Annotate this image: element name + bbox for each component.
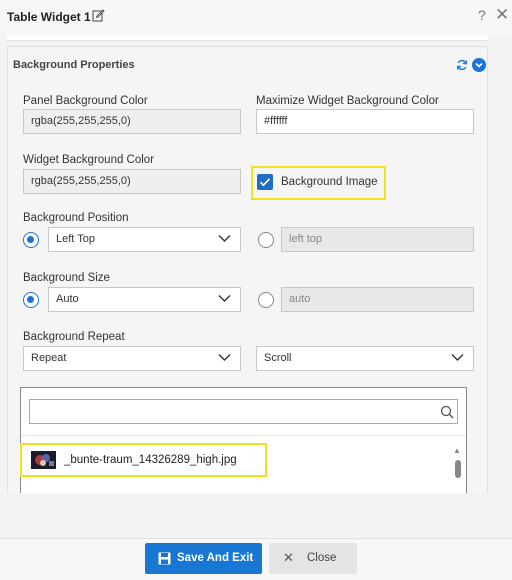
previous-panel (7, 35, 488, 41)
bg-image-label: Background Image (281, 176, 378, 188)
refresh-icon[interactable] (456, 59, 468, 71)
bg-position-preset-radio[interactable] (23, 232, 39, 248)
save-icon (158, 552, 171, 565)
save-and-exit-button[interactable]: Save And Exit (145, 543, 262, 574)
bg-attachment-select[interactable]: Scroll (256, 346, 474, 371)
collapse-icon[interactable] (472, 58, 486, 72)
bg-repeat-select[interactable]: Repeat (23, 346, 241, 371)
bg-size-custom-radio[interactable] (258, 292, 274, 308)
bg-repeat-label: Background Repeat (23, 331, 125, 343)
close-icon: ✕ (283, 550, 294, 565)
checkmark-icon (259, 178, 271, 187)
bg-repeat-value: Repeat (31, 352, 67, 364)
search-icon[interactable] (440, 405, 454, 419)
chevron-down-icon (451, 354, 464, 361)
properties-scroll-area[interactable]: Background Properties Panel Background C… (7, 35, 488, 493)
bg-position-value: Left Top (56, 233, 95, 245)
image-file-highlight (20, 443, 267, 477)
panel-bg-color-label: Panel Background Color (23, 95, 148, 107)
close-button-label: Close (307, 552, 337, 564)
bg-size-custom-input[interactable]: auto (281, 287, 474, 312)
bg-size-label: Background Size (23, 272, 110, 284)
bg-position-label: Background Position (23, 212, 129, 224)
bg-position-select[interactable]: Left Top (48, 227, 241, 252)
bg-attachment-value: Scroll (264, 352, 292, 364)
bg-position-custom-input[interactable]: left top (281, 227, 474, 252)
scroll-up-icon[interactable]: ▲ (453, 446, 461, 455)
dialog-titlebar: Table Widget 1 ? ✕ (0, 0, 512, 34)
max-widget-bg-color-label: Maximize Widget Background Color (256, 95, 439, 107)
bg-image-checkbox[interactable] (257, 174, 273, 190)
close-button[interactable]: ✕ Close (269, 543, 357, 574)
image-search-input[interactable] (29, 399, 458, 424)
bg-position-custom-radio[interactable] (258, 232, 274, 248)
widget-bg-color-input[interactable]: rgba(255,255,255,0) (23, 169, 241, 194)
chevron-down-icon (218, 295, 231, 302)
list-divider (21, 435, 466, 436)
chevron-down-icon (218, 354, 231, 361)
help-icon[interactable]: ? (478, 7, 486, 23)
panel-bg-color-input[interactable]: rgba(255,255,255,0) (23, 109, 241, 134)
dialog-title: Table Widget 1 (7, 10, 91, 24)
panel-title: Background Properties (13, 59, 135, 71)
chevron-down-icon (218, 235, 231, 242)
list-scrollbar-thumb[interactable] (455, 460, 461, 478)
widget-bg-color-label: Widget Background Color (23, 154, 155, 166)
bg-size-value: Auto (56, 293, 79, 305)
edit-icon[interactable] (92, 9, 105, 22)
max-widget-bg-color-input[interactable]: #ffffff (256, 109, 474, 134)
save-button-label: Save And Exit (177, 552, 254, 564)
bg-size-select[interactable]: Auto (48, 287, 241, 312)
close-icon[interactable]: ✕ (495, 5, 509, 25)
bg-size-preset-radio[interactable] (23, 292, 39, 308)
image-picker-list: _bunte-traum_14326289_high.jpg ▲ (20, 387, 467, 493)
